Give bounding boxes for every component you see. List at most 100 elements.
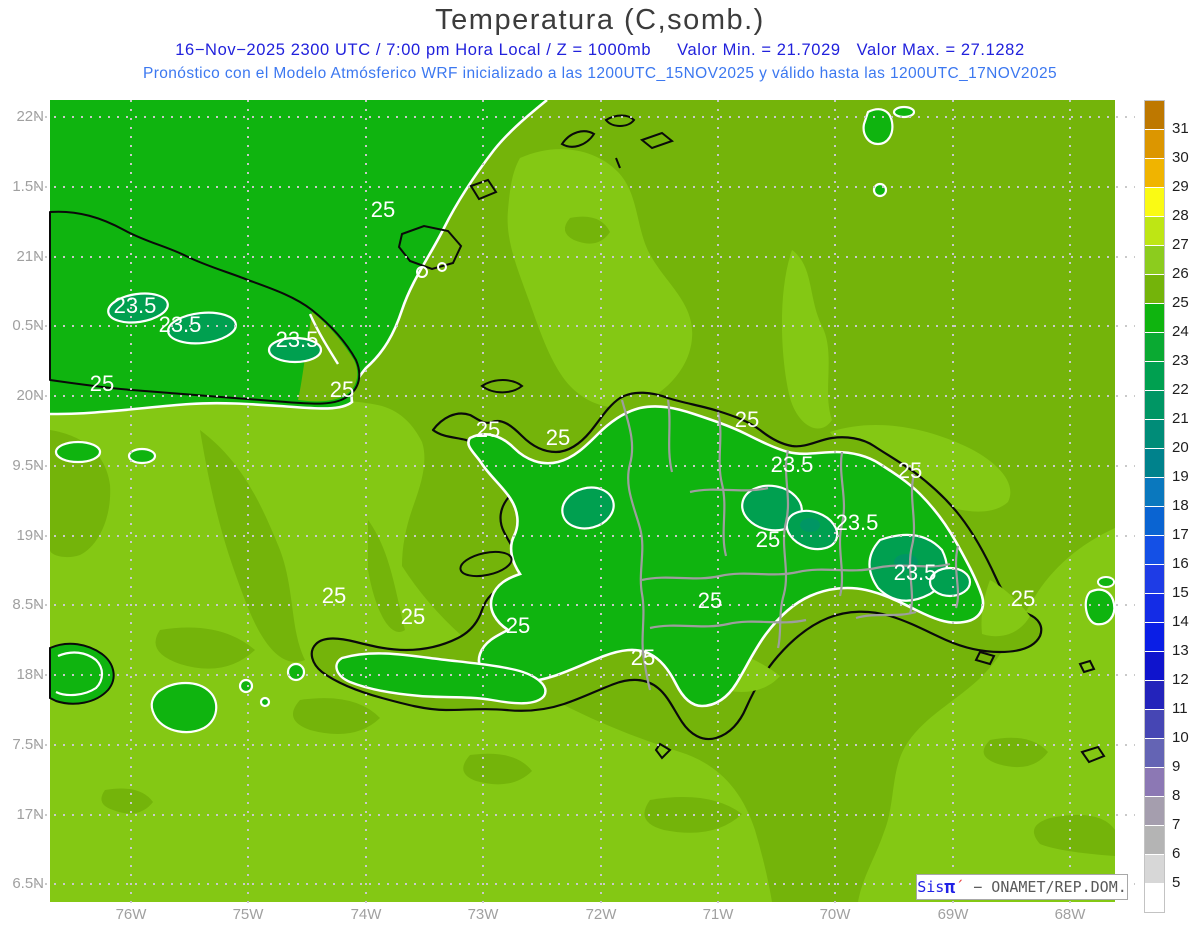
- lon-tick-label: 73W: [467, 906, 499, 923]
- colorbar-band: [1145, 275, 1164, 304]
- colorbar-band: [1145, 826, 1164, 855]
- contour-value-label: 25: [476, 417, 500, 442]
- lat-tick-label: 19N: [16, 527, 44, 544]
- lat-tick-label: 22N: [16, 108, 44, 125]
- weather-map-page: Temperatura (C,somb.) 16−Nov−2025 2300 U…: [0, 0, 1200, 927]
- colorbar-tick-label: 10: [1172, 729, 1189, 746]
- lon-tick-label: 68W: [1054, 906, 1086, 923]
- contour-value-label: 25: [371, 197, 395, 222]
- colorbar-tick-label: 9: [1172, 758, 1181, 775]
- colorbar-band: [1145, 739, 1164, 768]
- contour-value-label: 23.5: [771, 452, 814, 477]
- credit-box: Sis π ´ − ONAMET/REP.DOM.: [916, 874, 1128, 900]
- contour-value-label: 25: [756, 527, 780, 552]
- colorbar-tick-label: 11: [1172, 700, 1188, 717]
- map-canvas: 25 25 25 25 25 25 25 25 25 25 25 25 25 25 23.5 23.5 23.5…: [36, 98, 1135, 909]
- colorbar-band: [1145, 797, 1164, 826]
- sispi-logo-accent: ´: [955, 878, 965, 896]
- contour-value-label: 25: [401, 604, 425, 629]
- colorbar-tick-label: 14: [1172, 613, 1189, 630]
- contour-value-label: 25: [322, 583, 346, 608]
- contour-value-label: 25: [546, 425, 570, 450]
- colorbar-band: [1145, 101, 1164, 130]
- colorbar-tick-label: 15: [1172, 584, 1189, 601]
- contour-value-label: 25: [1011, 586, 1035, 611]
- lat-tick-label: 8.5N: [12, 596, 44, 613]
- colorbar-band: [1145, 710, 1164, 739]
- colorbar-band: [1145, 507, 1164, 536]
- lon-tick-label: 70W: [819, 906, 851, 923]
- colorbar-tick-label: 20: [1172, 439, 1189, 456]
- contour-value-label: 23.5: [836, 510, 879, 535]
- credit-dash: −: [973, 878, 992, 896]
- colorbar-band: [1145, 623, 1164, 652]
- colorbar-band: [1145, 449, 1164, 478]
- lat-tick-label: 18N: [16, 666, 44, 683]
- colorbar-band: [1145, 217, 1164, 246]
- datetime-text: 16−Nov−2025 2300 UTC / 7:00 pm Hora Loca…: [175, 41, 652, 59]
- colorbar-tick-label: 25: [1172, 294, 1189, 311]
- colorbar-tick-label: 5: [1172, 874, 1181, 891]
- forecast-datetime-line: 16−Nov−2025 2300 UTC / 7:00 pm Hora Loca…: [0, 41, 1200, 60]
- colorbar-tick-label: 22: [1172, 381, 1189, 398]
- colorbar-band: [1145, 594, 1164, 623]
- colorbar-tick-label: 16: [1172, 555, 1189, 572]
- colorbar-band: [1145, 391, 1164, 420]
- colorbar-band: [1145, 362, 1164, 391]
- colorbar-band: [1145, 420, 1164, 449]
- colorbar-band: [1145, 333, 1164, 362]
- sispi-logo-sis: Sis: [917, 878, 945, 896]
- colorbar-band: [1145, 304, 1164, 333]
- contour-value-label: 25: [898, 458, 922, 483]
- colorbar-tick-label: 18: [1172, 497, 1189, 514]
- colorbar-tick-label: 17: [1172, 526, 1189, 543]
- model-info-line: Pronóstico con el Modelo Atmósferico WRF…: [142, 65, 1058, 82]
- colorbar-band: [1145, 246, 1164, 275]
- lat-tick-label: 20N: [16, 387, 44, 404]
- lon-tick-label: 69W: [937, 906, 969, 923]
- max-value-text: Valor Max. = 27.1282: [856, 41, 1025, 59]
- lat-tick-label: 21N: [16, 248, 44, 265]
- temperature-map: 25 25 25 25 25 25 25 25 25 25 25 25 25 25 23.5 23.5 23.5…: [36, 98, 1135, 909]
- contour-value-label: 25: [735, 407, 759, 432]
- page-title: Temperatura (C,somb.): [435, 4, 765, 36]
- colorbar-tick-label: 31: [1172, 120, 1189, 137]
- lon-tick-label: 75W: [232, 906, 264, 923]
- colorbar-band: [1145, 536, 1164, 565]
- lat-tick-label: 0.5N: [12, 317, 44, 334]
- lat-tick-label: 9.5N: [12, 457, 44, 474]
- contour-value-label: 25: [330, 377, 354, 402]
- colorbar-band: [1145, 768, 1164, 797]
- colorbar-band: [1145, 855, 1164, 884]
- colorbar-tick-label: 26: [1172, 265, 1189, 282]
- colorbar-band: [1145, 188, 1164, 217]
- lat-tick-label: 7.5N: [12, 736, 44, 753]
- colorbar-tick-label: 28: [1172, 207, 1189, 224]
- lon-tick-label: 71W: [702, 906, 734, 923]
- colorbar-band: [1145, 884, 1164, 912]
- colorbar-tick-label: 7: [1172, 816, 1181, 833]
- colorbar-band: [1145, 130, 1164, 159]
- colorbar-tick-label: 12: [1172, 671, 1189, 688]
- contour-value-label: 25: [506, 613, 530, 638]
- colorbar-tick-label: 6: [1172, 845, 1181, 862]
- colorbar-tick-label: 27: [1172, 236, 1189, 253]
- contour-value-label: 25: [698, 588, 722, 613]
- colorbar-tick-label: 8: [1172, 787, 1181, 804]
- credit-org: ONAMET/REP.DOM.: [991, 878, 1127, 896]
- contour-value-label: 23.5: [894, 560, 937, 585]
- contour-blob-south-cuba-1: [54, 440, 102, 464]
- contour-value-label: 23.5: [159, 312, 202, 337]
- min-value-text: Valor Min. = 21.7029: [677, 41, 841, 59]
- colorbar-band: [1145, 681, 1164, 710]
- contour-value-label: 25: [631, 645, 655, 670]
- sispi-logo-pi: π: [944, 876, 956, 898]
- colorbar-tick-label: 21: [1172, 410, 1189, 427]
- colorbar-tick-label: 23: [1172, 352, 1189, 369]
- colorbar-band: [1145, 652, 1164, 681]
- colorbar-tick-label: 19: [1172, 468, 1189, 485]
- contour-value-label: 23.5: [276, 327, 319, 352]
- lon-tick-label: 74W: [350, 906, 382, 923]
- contour-value-label: 25: [90, 371, 114, 396]
- colorbar-band: [1145, 565, 1164, 594]
